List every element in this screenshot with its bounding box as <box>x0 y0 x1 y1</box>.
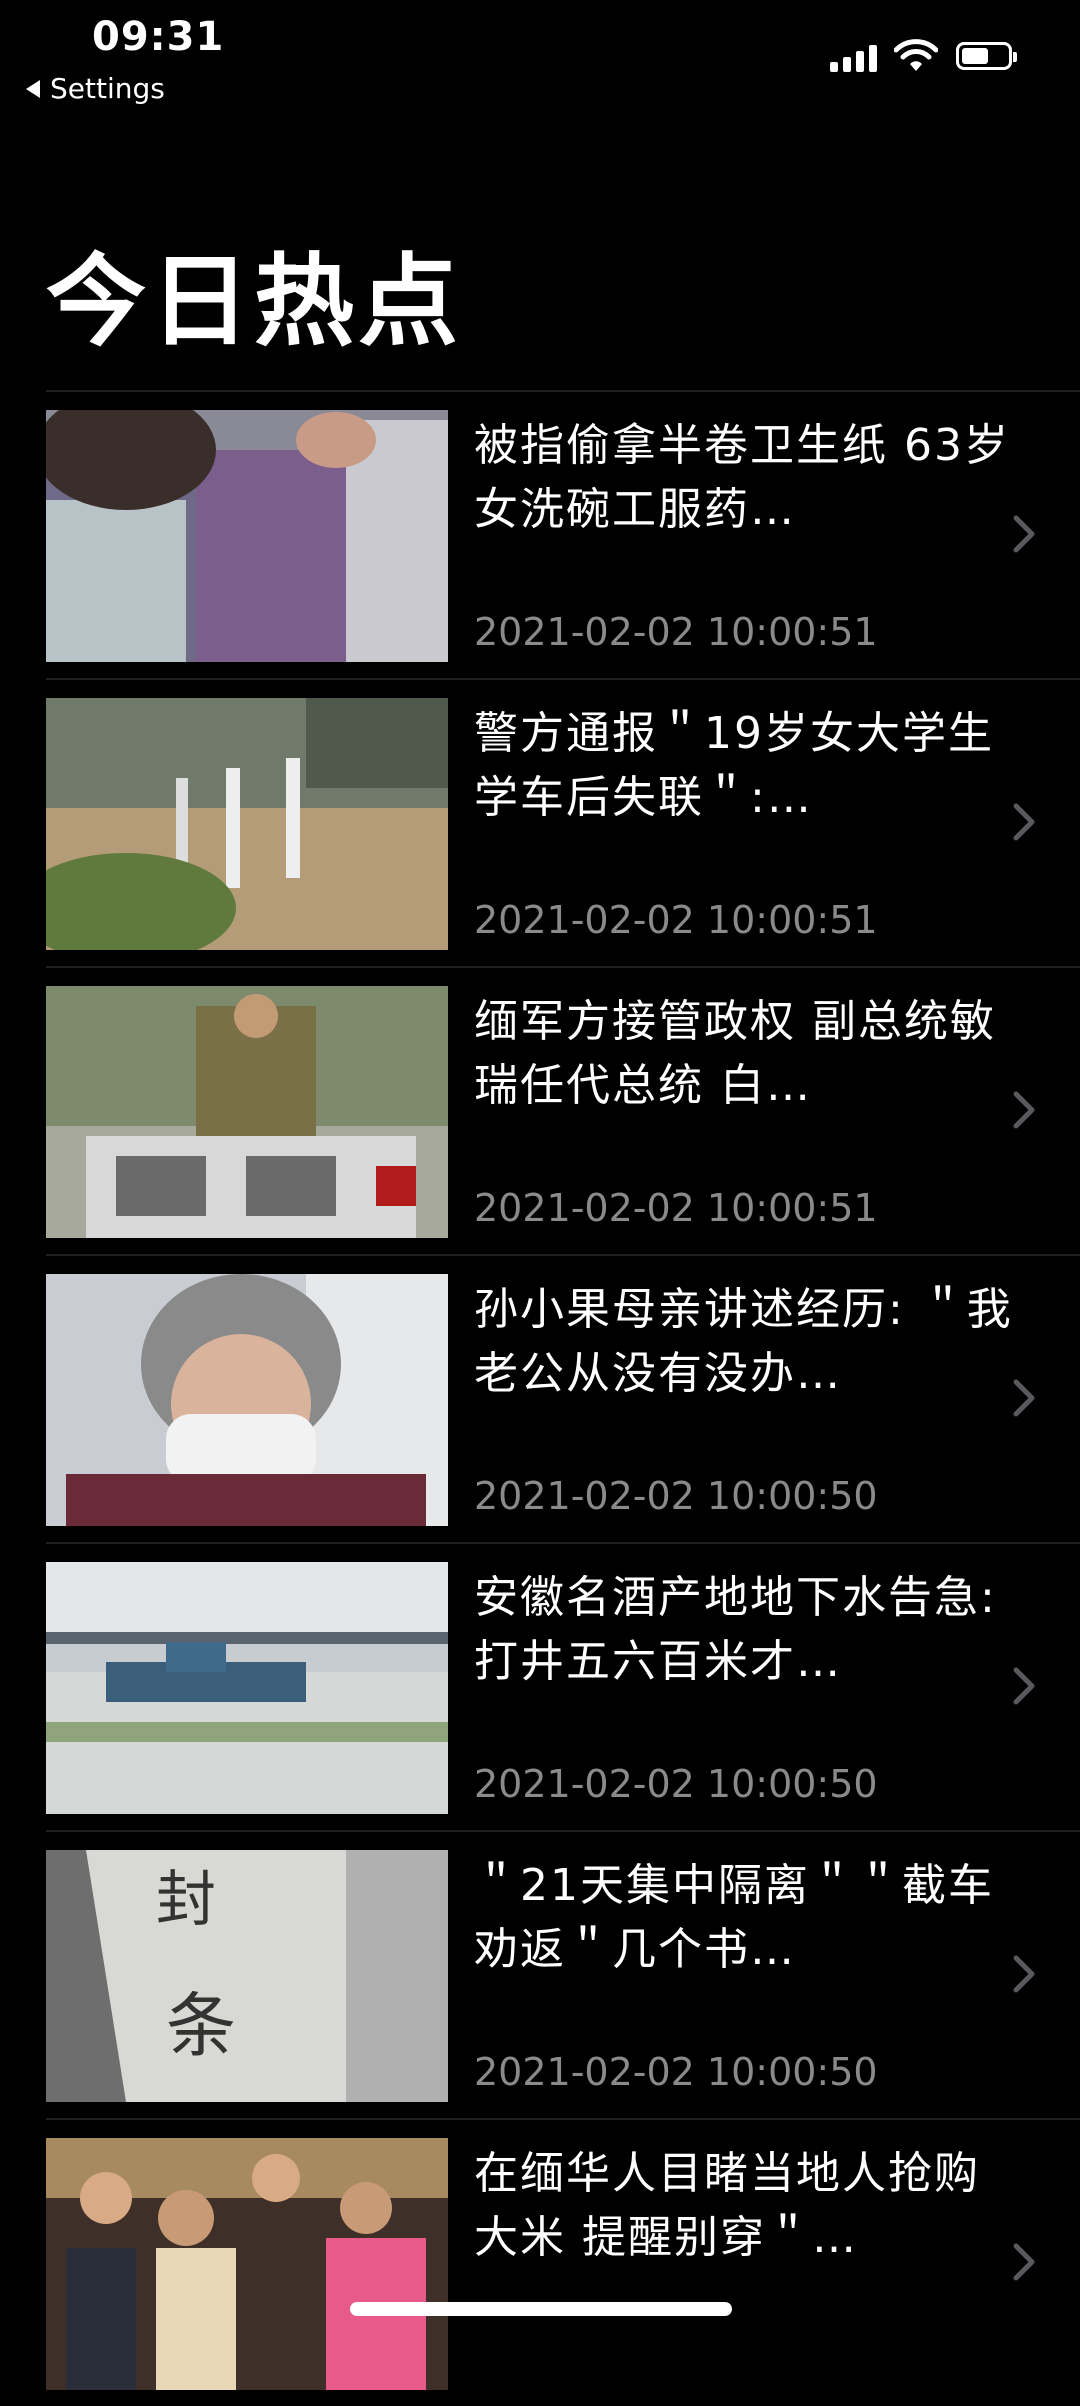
battery-icon <box>956 42 1017 70</box>
news-thumbnail <box>46 2138 448 2390</box>
status-bar: 09:31 Settings <box>0 0 1080 120</box>
news-row[interactable]: 在缅华人目睹当地人抢购大米 提醒别穿＂… <box>46 2118 1080 2406</box>
wifi-icon <box>894 39 938 71</box>
chevron-right-icon <box>1013 803 1035 841</box>
chevron-right-icon <box>1013 515 1035 553</box>
page-title: 今日热点 <box>46 243 462 360</box>
svg-text:封: 封 <box>156 1865 216 1935</box>
news-timestamp: 2021-02-02 10:00:50 <box>474 1474 878 1518</box>
news-timestamp: 2021-02-02 10:00:51 <box>474 1186 878 1230</box>
svg-text:条: 条 <box>166 1985 236 2067</box>
home-indicator[interactable] <box>350 2302 732 2316</box>
news-thumbnail <box>46 1562 448 1814</box>
news-title: 安徽名酒产地地下水告急: 打井五六百米才… <box>474 1572 997 1687</box>
news-thumbnail <box>46 1274 448 1526</box>
news-thumbnail <box>46 410 448 662</box>
chevron-right-icon <box>1013 1091 1035 1129</box>
news-title: 被指偷拿半卷卫生纸 63岁女洗碗工服药… <box>474 420 1010 535</box>
news-timestamp: 2021-02-02 10:00:51 <box>474 610 878 654</box>
news-list: 被指偷拿半卷卫生纸 63岁女洗碗工服药… 2021-02-02 10:00:51… <box>46 390 1080 2406</box>
news-thumbnail <box>46 698 448 950</box>
news-timestamp: 2021-02-02 10:00:50 <box>474 1762 878 1806</box>
chevron-right-icon <box>1013 1379 1035 1417</box>
news-row[interactable]: 被指偷拿半卷卫生纸 63岁女洗碗工服药… 2021-02-02 10:00:51 <box>46 390 1080 678</box>
news-row[interactable]: 缅军方接管政权 副总统敏瑞任代总统 白… 2021-02-02 10:00:51 <box>46 966 1080 1254</box>
chevron-right-icon <box>1013 1955 1035 1993</box>
news-thumbnail <box>46 986 448 1238</box>
news-row[interactable]: 封 条 ＂21天集中隔离＂＂截车劝返＂几个书… 2021-02-02 10:00… <box>46 1830 1080 2118</box>
news-timestamp: 2021-02-02 10:00:51 <box>474 898 878 942</box>
chevron-right-icon <box>1013 2243 1035 2281</box>
cellular-signal-icon <box>830 44 877 72</box>
back-arrow-icon <box>26 79 40 98</box>
back-to-settings-link[interactable]: Settings <box>26 72 165 105</box>
chevron-right-icon <box>1013 1667 1035 1705</box>
news-row[interactable]: 安徽名酒产地地下水告急: 打井五六百米才… 2021-02-02 10:00:5… <box>46 1542 1080 1830</box>
news-row[interactable]: 孙小果母亲讲述经历: ＂我老公从没有没办… 2021-02-02 10:00:5… <box>46 1254 1080 1542</box>
back-label: Settings <box>50 72 165 105</box>
news-title: ＂21天集中隔离＂＂截车劝返＂几个书… <box>474 1860 994 1975</box>
news-thumbnail: 封 条 <box>46 1850 448 2102</box>
news-row[interactable]: 警方通报＂19岁女大学生学车后失联＂:… 2021-02-02 10:00:51 <box>46 678 1080 966</box>
news-title: 警方通报＂19岁女大学生学车后失联＂:… <box>474 708 994 823</box>
news-title: 在缅华人目睹当地人抢购大米 提醒别穿＂… <box>474 2148 980 2263</box>
news-title: 缅军方接管政权 副总统敏瑞任代总统 白… <box>474 996 996 1111</box>
news-title: 孙小果母亲讲述经历: ＂我老公从没有没办… <box>474 1284 1013 1399</box>
status-time: 09:31 <box>92 14 225 60</box>
news-timestamp: 2021-02-02 10:00:50 <box>474 2050 878 2094</box>
